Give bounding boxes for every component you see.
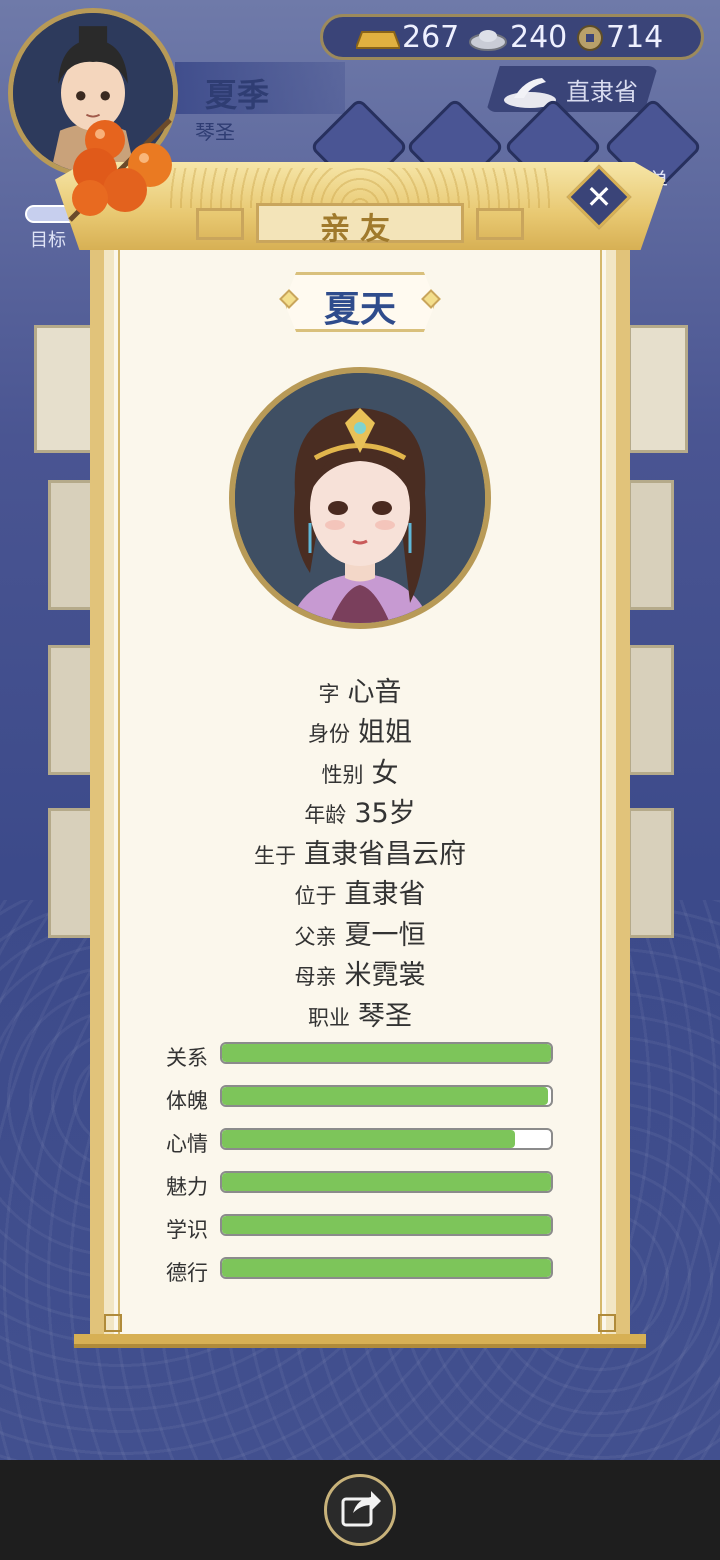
stat-fill [222,1087,548,1105]
stat-bar-knowledge [220,1214,553,1236]
stat-bar-relationship [220,1042,553,1064]
info-row-age: 年龄 35岁 [304,798,416,829]
silver-count: 240 [510,20,568,55]
stat-label-virtue: 德行 [166,1261,208,1285]
stat-bar-charm [220,1171,553,1193]
stat-label-knowledge: 学识 [166,1218,208,1242]
modal-bottom-rod [74,1334,646,1348]
player-name: 夏季 [205,76,270,114]
info-row-occupation: 职业 琴圣 [308,1001,412,1032]
info-row-courtesy-name: 字心音 [318,677,402,708]
side-card [628,325,688,453]
close-icon[interactable]: ✕ [576,174,622,220]
province-label: 直隶省 [566,78,638,106]
gold-ingot-icon [356,31,400,49]
info-row-location: 位于 直隶省 [294,879,426,910]
side-card [628,480,674,610]
info-row-identity: 身份 姐姐 [308,717,412,748]
stat-fill [222,1259,551,1277]
copper-coin-icon [577,25,603,51]
candied-fruit-icon [68,118,172,222]
stat-fill [222,1130,515,1148]
modal-title: 亲友 [320,212,400,247]
stat-fill [222,1216,551,1234]
player-title: 琴圣 [195,120,235,144]
side-card [628,808,674,938]
stat-bar-mood [220,1128,553,1150]
stat-bar-virtue [220,1257,553,1279]
info-row-mother: 母亲 米霓裳 [294,960,426,991]
person-name: 夏天 [323,289,396,330]
stat-fill [222,1044,551,1062]
person-portrait [229,367,491,629]
stat-fill [222,1173,551,1191]
stat-label-relationship: 关系 [166,1046,208,1070]
stat-label-mood: 心情 [166,1132,208,1156]
gold-count: 267 [402,20,460,55]
share-button[interactable] [324,1474,396,1546]
side-card [628,645,674,775]
corner-ornament [104,1314,122,1332]
header-ornament-right [476,208,524,240]
share-icon [341,1491,381,1527]
info-row-father: 父亲 夏一恒 [294,920,426,951]
stat-bar-physique [220,1085,553,1107]
header-ornament-left [196,208,244,240]
info-row-gender: 性别女 [321,758,399,789]
stat-label-physique: 体魄 [166,1089,208,1113]
coin-count: 714 [606,20,664,55]
silver-ingot-icon [469,30,507,51]
corner-ornament [598,1314,616,1332]
stat-label-charm: 魅力 [166,1175,208,1199]
info-row-birthplace: 生于 直隶省昌云府 [254,839,466,870]
header-cloud-pattern [170,168,550,208]
